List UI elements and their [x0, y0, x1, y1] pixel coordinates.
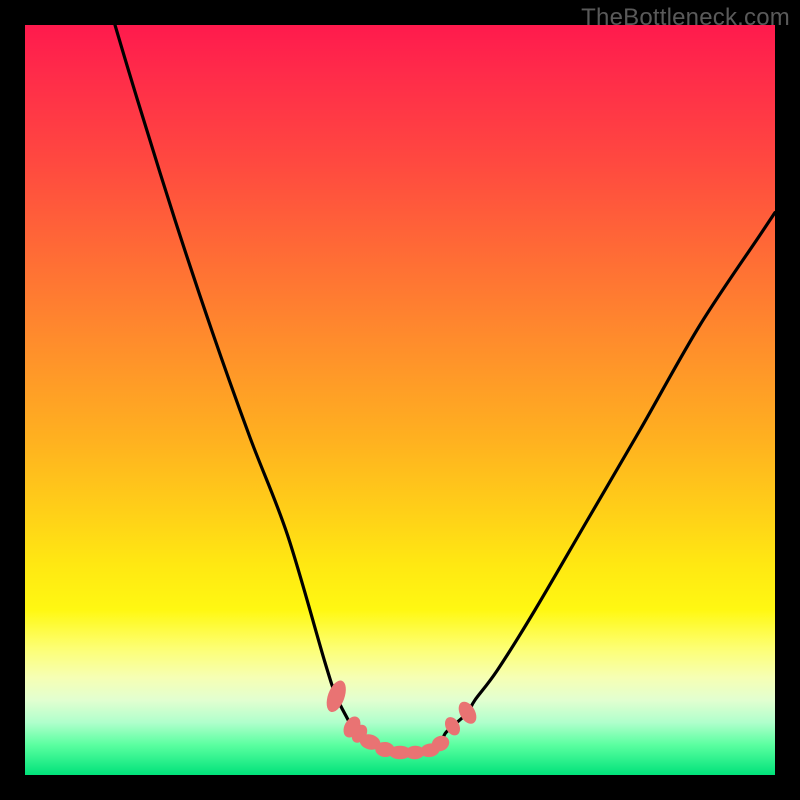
chart-svg: [25, 25, 775, 775]
plot-area: [25, 25, 775, 775]
marker-left-upper-long: [323, 678, 350, 715]
chart-frame: TheBottleneck.com: [0, 0, 800, 800]
bottleneck-curve: [115, 25, 775, 753]
watermark-text: TheBottleneck.com: [581, 4, 790, 32]
